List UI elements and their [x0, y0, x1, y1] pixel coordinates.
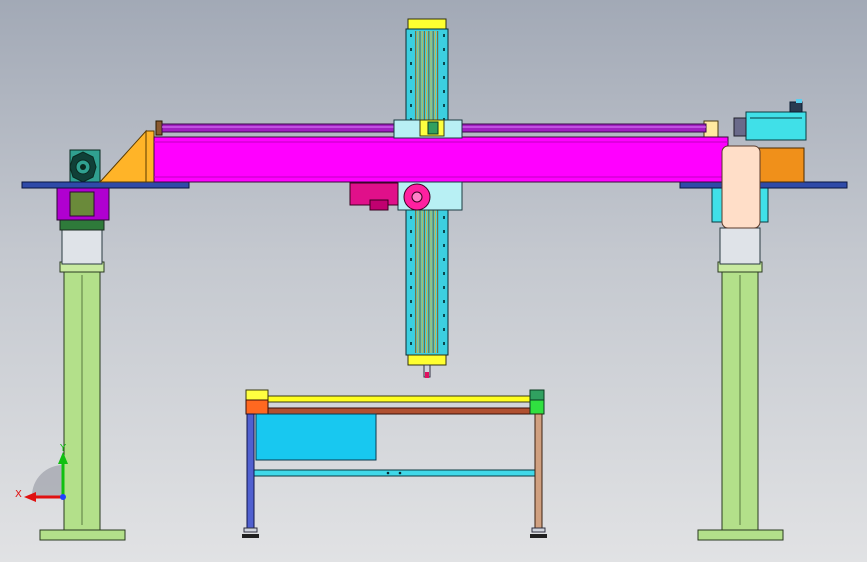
table-left-foot-pad — [242, 534, 259, 538]
left-gearmotor[interactable] — [69, 149, 101, 187]
table-right-foot-pad — [530, 534, 547, 538]
left-top-plate — [21, 181, 190, 189]
right-servo-connector — [789, 101, 803, 113]
triad-origin-disc — [32, 465, 63, 496]
table-right-foot — [531, 527, 546, 533]
z-axis-rail-bolt — [410, 34, 412, 37]
gantry-robot-model[interactable]: X Y — [0, 0, 867, 562]
z-axis-rail-bolt — [410, 216, 412, 219]
z-drive-motor-tail — [369, 199, 389, 211]
table-cross-bar-bolt-2 — [398, 471, 402, 475]
triad-x-arrowhead — [24, 492, 36, 502]
z-axis-rail-bolt — [410, 230, 412, 233]
table-right-corner-top — [529, 389, 545, 401]
z-axis-top-cap — [407, 18, 447, 30]
table-right-leg — [534, 413, 543, 529]
left-gearmotor-shaft-center — [80, 164, 86, 170]
z-axis-rail-bolt — [443, 342, 445, 345]
z-axis-rail-bolt — [410, 314, 412, 317]
z-axis-rail-bolt — [443, 216, 445, 219]
z-axis-rail-bolt — [443, 62, 445, 65]
z-axis-rail-bolt — [410, 244, 412, 247]
z-axis-bottom-cap — [407, 354, 447, 366]
table-left-corner-block — [245, 399, 269, 415]
beam-end-plate-left — [145, 130, 155, 183]
z-axis-rail-bolt — [443, 328, 445, 331]
z-axis-rail-bolt — [410, 342, 412, 345]
z-axis-rail-bolt — [443, 76, 445, 79]
left-bracket-cutout — [69, 191, 95, 217]
right-support-column[interactable] — [697, 185, 784, 541]
z-axis-tool-tip — [425, 372, 429, 378]
table-right-corner-block — [529, 399, 545, 415]
carriage-nut-core — [427, 121, 439, 135]
z-axis-rail-bolt — [410, 62, 412, 65]
beam-body — [153, 136, 729, 183]
z-axis-rail-bolt — [410, 272, 412, 275]
triad-z-axis — [60, 494, 66, 500]
z-axis-rail-bolt — [410, 328, 412, 331]
triad-x-label: X — [15, 489, 22, 500]
left-gusset — [98, 129, 147, 183]
z-axis-rail-bolt — [443, 104, 445, 107]
table-cross-bar — [253, 469, 537, 477]
z-axis-rail-bolt — [443, 286, 445, 289]
z-drive-pinion-hub — [411, 191, 423, 203]
right-servo-connector-tip — [796, 99, 802, 103]
z-axis-rail-bolt — [410, 104, 412, 107]
table-yellow-rod — [261, 395, 535, 403]
triad-y-label: Y — [59, 443, 67, 454]
right-top-plate — [679, 181, 848, 189]
table-brown-bar — [263, 407, 533, 415]
z-axis-rail-bolt — [410, 48, 412, 51]
right-motor-mount-box — [755, 147, 805, 183]
left-base-plate — [39, 529, 126, 541]
right-base-plate — [697, 529, 784, 541]
left-column-top-cap — [59, 219, 105, 231]
right-beam-end-cap[interactable] — [721, 145, 761, 229]
right-end-cap-body — [721, 145, 761, 229]
table-cyan-panel — [255, 413, 377, 461]
right-column-coupler — [719, 227, 761, 265]
z-axis-rail-bolt — [443, 90, 445, 93]
right-coupling — [733, 117, 747, 137]
z-axis-rail-bolt — [410, 258, 412, 261]
table-cross-bar-bolt-1 — [386, 471, 390, 475]
z-axis-rail-bolt — [443, 34, 445, 37]
table-left-leg — [246, 413, 255, 529]
z-axis-rail-bolt — [443, 48, 445, 51]
view-orientation-triad[interactable]: X Y — [15, 443, 68, 502]
z-axis-rail-bolt — [443, 244, 445, 247]
z-axis-rail-bolt — [443, 314, 445, 317]
leadscrew-left-stop — [155, 120, 163, 136]
x-axis-carriage[interactable] — [393, 119, 463, 139]
table-left-foot — [243, 527, 258, 533]
z-axis-rail-bolt — [443, 272, 445, 275]
z-axis-drive[interactable] — [349, 181, 463, 211]
z-axis-rail-bolt — [410, 76, 412, 79]
left-column-coupler — [61, 227, 103, 265]
z-axis-rail-bolt — [443, 230, 445, 233]
main-x-beam[interactable] — [145, 130, 729, 183]
z-axis-rail-bolt — [410, 300, 412, 303]
cad-graphics-viewport[interactable]: X Y — [0, 0, 867, 562]
z-axis-rail-bolt — [443, 258, 445, 261]
work-table[interactable] — [242, 389, 547, 538]
z-axis-rail-bolt — [410, 90, 412, 93]
table-left-corner-top — [245, 389, 269, 401]
z-axis-rail-bolt — [443, 300, 445, 303]
right-servo-motor — [745, 111, 807, 141]
z-axis-rail-bolt — [410, 286, 412, 289]
